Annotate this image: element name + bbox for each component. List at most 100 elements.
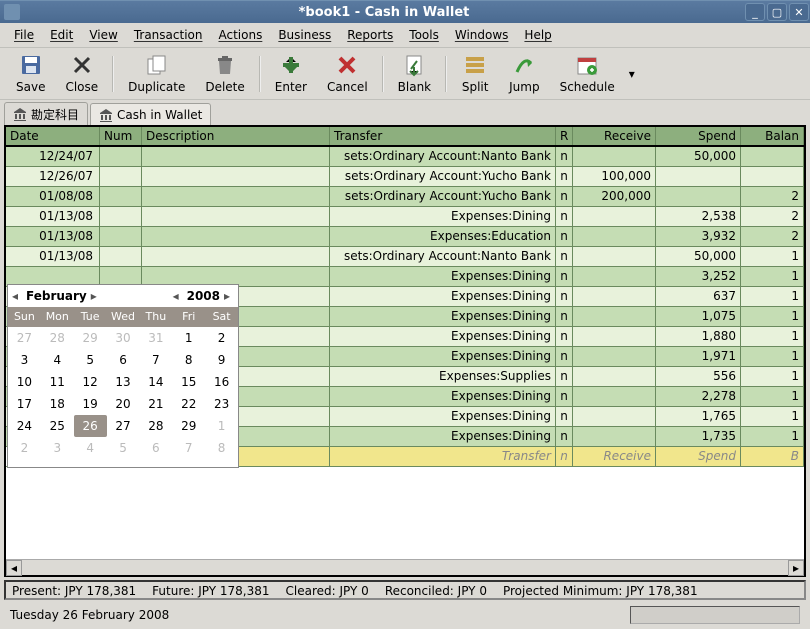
cell-transfer[interactable]: Expenses:Dining (330, 307, 556, 326)
cell-balance[interactable]: 1 (741, 307, 804, 326)
calendar-day[interactable]: 14 (139, 371, 172, 393)
cell-num[interactable] (100, 247, 142, 266)
cell-transfer[interactable]: Expenses:Dining (330, 267, 556, 286)
cell-reconcile[interactable]: n (556, 167, 573, 186)
calendar-day[interactable]: 27 (107, 415, 140, 437)
calendar-day[interactable]: 16 (205, 371, 238, 393)
cell-description[interactable] (142, 207, 330, 226)
cell-transfer[interactable]: Expenses:Dining (330, 407, 556, 426)
cell-receive[interactable] (573, 387, 656, 406)
cell-description[interactable] (142, 187, 330, 206)
calendar-day[interactable]: 8 (172, 349, 205, 371)
cell-balance[interactable]: 1 (741, 287, 804, 306)
next-year-button[interactable]: ▸ (224, 289, 234, 303)
cell-reconcile[interactable]: n (556, 247, 573, 266)
menu-actions[interactable]: Actions (210, 25, 270, 45)
header-receive[interactable]: Receive (573, 127, 656, 145)
cell-transfer[interactable]: Expenses:Dining (330, 287, 556, 306)
cell-spend[interactable]: 3,252 (656, 267, 741, 286)
cell-reconcile[interactable]: n (556, 187, 573, 206)
cell-date[interactable]: 01/13/08 (6, 207, 100, 226)
cell-spend[interactable]: 556 (656, 367, 741, 386)
calendar-day[interactable]: 9 (205, 349, 238, 371)
cell-spend[interactable]: 1,765 (656, 407, 741, 426)
calendar-day[interactable]: 2 (205, 327, 238, 349)
cell-transfer[interactable]: Expenses:Dining (330, 207, 556, 226)
cell-receive[interactable] (573, 327, 656, 346)
window-maximize-button[interactable]: ▢ (767, 3, 787, 21)
calendar-day[interactable]: 5 (107, 437, 140, 459)
cell-transfer[interactable]: sets:Ordinary Account:Yucho Bank (330, 187, 556, 206)
cell-num[interactable] (100, 227, 142, 246)
cell-description[interactable] (142, 227, 330, 246)
calendar-day[interactable]: 22 (172, 393, 205, 415)
blank-button[interactable]: Blank (388, 51, 441, 96)
cell-balance-input[interactable]: B (741, 447, 804, 466)
header-description[interactable]: Description (142, 127, 330, 145)
cell-spend[interactable]: 50,000 (656, 147, 741, 166)
calendar-day[interactable]: 29 (172, 415, 205, 437)
header-num[interactable]: Num (100, 127, 142, 145)
calendar-day[interactable]: 10 (8, 371, 41, 393)
calendar-day[interactable]: 30 (107, 327, 140, 349)
split-button[interactable]: Split (451, 51, 499, 96)
menu-file[interactable]: File (6, 25, 42, 45)
calendar-day[interactable]: 7 (172, 437, 205, 459)
menu-business[interactable]: Business (270, 25, 339, 45)
cell-num[interactable] (100, 207, 142, 226)
cell-spend[interactable]: 1,880 (656, 327, 741, 346)
menu-transaction[interactable]: Transaction (126, 25, 211, 45)
close-button[interactable]: Close (55, 51, 108, 96)
schedule-button[interactable]: Schedule (550, 51, 625, 96)
calendar-day[interactable]: 6 (107, 349, 140, 371)
cell-spend[interactable] (656, 167, 741, 186)
cell-spend-input[interactable]: Spend (656, 447, 741, 466)
cell-reconcile[interactable]: n (556, 407, 573, 426)
calendar-day[interactable]: 27 (8, 327, 41, 349)
cell-receive[interactable] (573, 207, 656, 226)
table-row[interactable]: 01/13/08Expenses:Diningn2,5382 (6, 207, 804, 227)
cell-transfer[interactable]: Expenses:Education (330, 227, 556, 246)
calendar-day[interactable]: 25 (41, 415, 74, 437)
calendar-day[interactable]: 3 (41, 437, 74, 459)
cell-balance[interactable]: 2 (741, 187, 804, 206)
calendar-day[interactable]: 11 (41, 371, 74, 393)
cell-transfer[interactable]: Expenses:Dining (330, 347, 556, 366)
cell-receive[interactable] (573, 227, 656, 246)
calendar-day[interactable]: 18 (41, 393, 74, 415)
cell-spend[interactable]: 1,735 (656, 427, 741, 446)
tab-accounts[interactable]: 勘定科目 (4, 102, 88, 125)
cell-balance[interactable]: 1 (741, 387, 804, 406)
menu-windows[interactable]: Windows (447, 25, 517, 45)
cell-transfer[interactable]: sets:Ordinary Account:Nanto Bank (330, 147, 556, 166)
cell-transfer-input[interactable]: Transfer (330, 447, 556, 466)
calendar-day[interactable]: 4 (74, 437, 107, 459)
tab-cash-in-wallet[interactable]: Cash in Wallet (90, 103, 211, 126)
cell-date[interactable]: 12/24/07 (6, 147, 100, 166)
cell-description[interactable] (142, 247, 330, 266)
menu-view[interactable]: View (81, 25, 125, 45)
cell-spend[interactable]: 2,278 (656, 387, 741, 406)
cell-receive[interactable]: 100,000 (573, 167, 656, 186)
calendar-day[interactable]: 28 (139, 415, 172, 437)
calendar-day[interactable]: 1 (205, 415, 238, 437)
calendar-day[interactable]: 12 (74, 371, 107, 393)
calendar-day[interactable]: 2 (8, 437, 41, 459)
cell-reconcile[interactable]: n (556, 347, 573, 366)
cell-date[interactable]: 01/13/08 (6, 247, 100, 266)
table-row[interactable]: 12/26/07sets:Ordinary Account:Yucho Bank… (6, 167, 804, 187)
prev-year-button[interactable]: ◂ (173, 289, 183, 303)
cell-spend[interactable]: 1,075 (656, 307, 741, 326)
toolbar-overflow-button[interactable]: ▾ (625, 56, 639, 92)
calendar-day[interactable]: 23 (205, 393, 238, 415)
cell-reconcile[interactable]: n (556, 307, 573, 326)
cell-balance[interactable]: 1 (741, 267, 804, 286)
cell-date[interactable]: 01/08/08 (6, 187, 100, 206)
table-row[interactable]: 01/13/08Expenses:Educationn3,9322 (6, 227, 804, 247)
cell-transfer[interactable]: Expenses:Supplies (330, 367, 556, 386)
cell-receive[interactable] (573, 287, 656, 306)
cell-num[interactable] (100, 167, 142, 186)
cell-transfer[interactable]: Expenses:Dining (330, 327, 556, 346)
window-close-button[interactable]: ✕ (789, 3, 809, 21)
cell-reconcile[interactable]: n (556, 147, 573, 166)
